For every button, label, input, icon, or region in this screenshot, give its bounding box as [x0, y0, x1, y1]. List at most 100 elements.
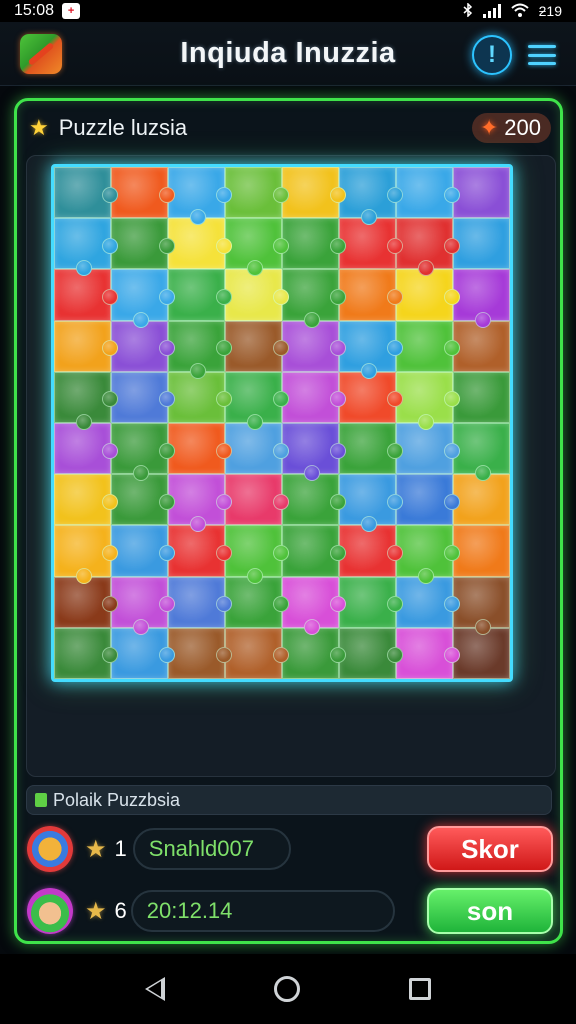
puzzle-piece[interactable] [168, 474, 232, 533]
puzzle-piece[interactable] [168, 525, 232, 577]
puzzle-piece[interactable] [111, 218, 175, 270]
home-icon[interactable] [273, 976, 300, 1002]
puzzle-piece[interactable] [225, 474, 289, 526]
status-strip: Polaik Puzzbsia [26, 785, 552, 815]
puzzle-piece[interactable] [339, 576, 403, 628]
puzzle-piece[interactable] [168, 320, 232, 380]
puzzle-piece[interactable] [396, 423, 460, 475]
puzzle-piece[interactable] [339, 218, 403, 270]
panel-title: Puzzle luzsia [58, 115, 188, 140]
puzzle-piece[interactable] [111, 269, 175, 328]
puzzle-piece[interactable] [54, 474, 118, 526]
puzzle-piece[interactable] [225, 269, 289, 321]
puzzle-piece[interactable] [111, 167, 175, 219]
puzzle-piece[interactable] [339, 474, 403, 533]
puzzle-piece[interactable] [282, 525, 346, 577]
puzzle-piece[interactable] [339, 167, 403, 226]
player-row: ★ 6 20:12.14 son [27, 885, 553, 937]
puzzle-piece[interactable] [54, 320, 118, 372]
puzzle-piece[interactable] [396, 320, 460, 372]
info-button[interactable]: ! [472, 35, 512, 75]
puzzle-piece[interactable] [111, 320, 175, 372]
puzzle-piece[interactable] [396, 525, 460, 584]
puzzle-piece[interactable] [396, 167, 460, 219]
puzzle-piece[interactable] [396, 269, 460, 321]
puzzle-piece[interactable] [453, 474, 510, 526]
puzzle-piece[interactable] [54, 167, 118, 219]
puzzle-piece[interactable] [282, 371, 346, 423]
puzzle-piece[interactable] [282, 474, 346, 526]
puzzle-piece[interactable] [453, 576, 510, 636]
puzzle-piece[interactable] [225, 167, 289, 219]
puzzle-piece[interactable] [225, 218, 289, 277]
puzzle-piece[interactable] [111, 371, 175, 423]
puzzle-piece[interactable] [54, 218, 118, 277]
puzzle-piece[interactable] [225, 320, 289, 372]
puzzle-piece[interactable] [168, 218, 232, 270]
puzzle-piece[interactable] [396, 474, 460, 526]
puzzle-piece[interactable] [111, 474, 175, 526]
puzzle-piece[interactable] [282, 269, 346, 328]
skor-button[interactable]: Skor [427, 826, 553, 872]
recent-apps-icon[interactable] [409, 978, 432, 1000]
puzzle-piece[interactable] [225, 525, 289, 584]
puzzle-piece[interactable] [282, 576, 346, 636]
puzzle-piece[interactable] [339, 525, 403, 577]
info-icon: ! [488, 41, 496, 68]
puzzle-piece[interactable] [54, 576, 118, 628]
puzzle-piece[interactable] [168, 576, 232, 628]
flame-icon: ✦ [479, 115, 499, 140]
puzzle-piece[interactable] [282, 627, 346, 679]
puzzle-piece[interactable] [453, 525, 510, 577]
puzzle-board[interactable] [51, 164, 513, 682]
puzzle-panel: ★ Puzzle luzsia ✦ 200 Polaik Puzzbsia ★ … [14, 98, 563, 944]
menu-icon-line [528, 62, 556, 65]
puzzle-piece[interactable] [453, 320, 510, 372]
puzzle-piece[interactable] [396, 218, 460, 277]
puzzle-piece[interactable] [225, 627, 289, 679]
puzzle-piece[interactable] [282, 320, 346, 372]
puzzle-piece[interactable] [282, 423, 346, 482]
puzzle-piece[interactable] [168, 627, 232, 679]
wifi-icon [510, 3, 529, 20]
puzzle-piece[interactable] [225, 576, 289, 628]
puzzle-piece[interactable] [339, 423, 403, 475]
puzzle-piece[interactable] [111, 576, 175, 636]
puzzle-piece[interactable] [453, 423, 510, 482]
puzzle-piece[interactable] [339, 320, 403, 380]
puzzle-piece[interactable] [282, 218, 346, 270]
puzzle-piece[interactable] [453, 218, 510, 270]
puzzle-piece[interactable] [54, 269, 118, 321]
puzzle-piece[interactable] [54, 423, 118, 475]
puzzle-piece[interactable] [453, 627, 510, 679]
puzzle-piece[interactable] [54, 627, 118, 679]
puzzle-piece[interactable] [225, 423, 289, 475]
menu-button[interactable] [528, 42, 556, 68]
puzzle-piece[interactable] [339, 269, 403, 321]
puzzle-piece[interactable] [225, 371, 289, 431]
puzzle-piece[interactable] [54, 371, 118, 431]
leaf-icon [35, 793, 47, 807]
puzzle-piece[interactable] [168, 269, 232, 321]
points-value: 200 [504, 115, 541, 140]
puzzle-piece[interactable] [453, 167, 510, 219]
back-icon[interactable] [144, 977, 165, 1001]
puzzle-piece[interactable] [282, 167, 346, 219]
puzzle-piece[interactable] [396, 371, 460, 431]
son-button[interactable]: son [427, 888, 553, 934]
avatar[interactable] [27, 826, 73, 872]
puzzle-piece[interactable] [339, 371, 403, 423]
puzzle-piece[interactable] [168, 371, 232, 423]
puzzle-piece[interactable] [111, 627, 175, 679]
puzzle-piece[interactable] [168, 423, 232, 475]
puzzle-piece[interactable] [111, 423, 175, 482]
puzzle-piece[interactable] [111, 525, 175, 577]
puzzle-piece[interactable] [168, 167, 232, 226]
puzzle-piece[interactable] [453, 269, 510, 328]
puzzle-piece[interactable] [339, 627, 403, 679]
puzzle-piece[interactable] [396, 627, 460, 679]
puzzle-piece[interactable] [453, 371, 510, 423]
puzzle-piece[interactable] [54, 525, 118, 584]
avatar[interactable] [27, 888, 73, 934]
puzzle-piece[interactable] [396, 576, 460, 628]
